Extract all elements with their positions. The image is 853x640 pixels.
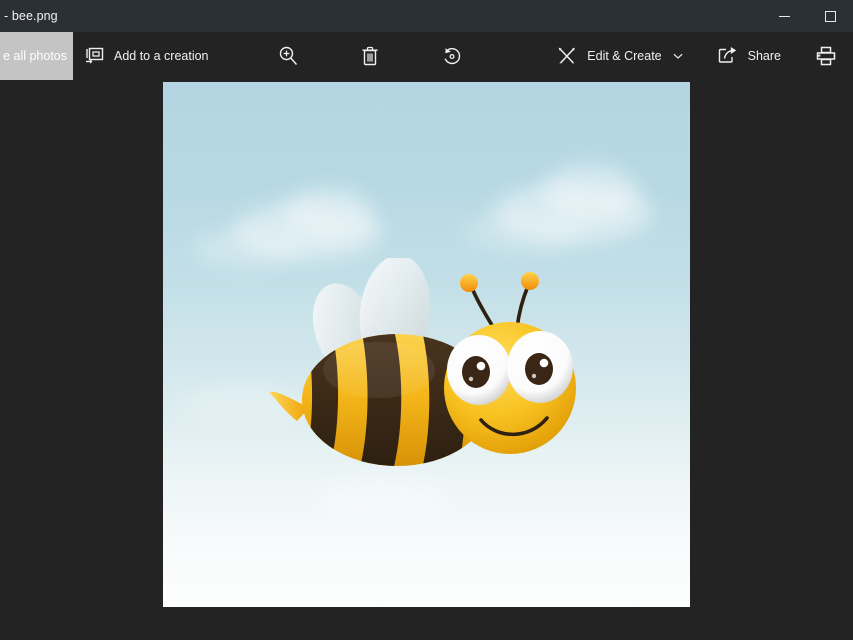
add-to-creation-label: Add to a creation bbox=[114, 49, 209, 63]
trash-icon bbox=[359, 45, 381, 67]
share-button[interactable]: Share bbox=[707, 32, 791, 80]
maximize-button[interactable] bbox=[807, 0, 853, 32]
printer-icon bbox=[815, 45, 837, 67]
edit-create-icon bbox=[556, 45, 578, 67]
rotate-button[interactable] bbox=[431, 32, 473, 80]
chevron-down-icon bbox=[673, 51, 683, 61]
zoom-in-icon bbox=[277, 45, 299, 67]
see-all-photos-label: e all photos bbox=[3, 49, 67, 63]
rotate-icon bbox=[441, 45, 463, 67]
window-controls bbox=[761, 0, 853, 32]
zoom-button[interactable] bbox=[267, 32, 309, 80]
bee-illustration bbox=[267, 258, 587, 493]
maximize-icon bbox=[825, 11, 836, 22]
minimize-icon bbox=[779, 16, 790, 17]
cloud-shape bbox=[283, 186, 373, 244]
add-to-creation-button[interactable]: Add to a creation bbox=[73, 32, 219, 80]
toolbar: e all photos Add to a creation bbox=[0, 32, 853, 80]
cloud-shape bbox=[543, 162, 638, 222]
photo-canvas[interactable] bbox=[0, 80, 853, 640]
antenna-ball-left bbox=[460, 274, 478, 292]
delete-button[interactable] bbox=[349, 32, 391, 80]
edit-and-create-button[interactable]: Edit & Create bbox=[546, 32, 692, 80]
minimize-button[interactable] bbox=[761, 0, 807, 32]
photo-image-bee[interactable] bbox=[163, 82, 690, 607]
antenna-ball-right bbox=[521, 272, 539, 290]
add-to-creation-icon bbox=[83, 45, 105, 67]
share-label: Share bbox=[748, 49, 781, 63]
see-all-photos-button[interactable]: e all photos bbox=[0, 32, 73, 80]
edit-and-create-label: Edit & Create bbox=[587, 49, 661, 63]
photos-app-window: - bee.png e all photos bbox=[0, 0, 853, 640]
window-title: - bee.png bbox=[0, 9, 58, 23]
cloud-shape bbox=[463, 212, 583, 252]
print-button[interactable] bbox=[805, 32, 847, 80]
title-bar: - bee.png bbox=[0, 0, 853, 32]
share-icon bbox=[717, 45, 739, 67]
